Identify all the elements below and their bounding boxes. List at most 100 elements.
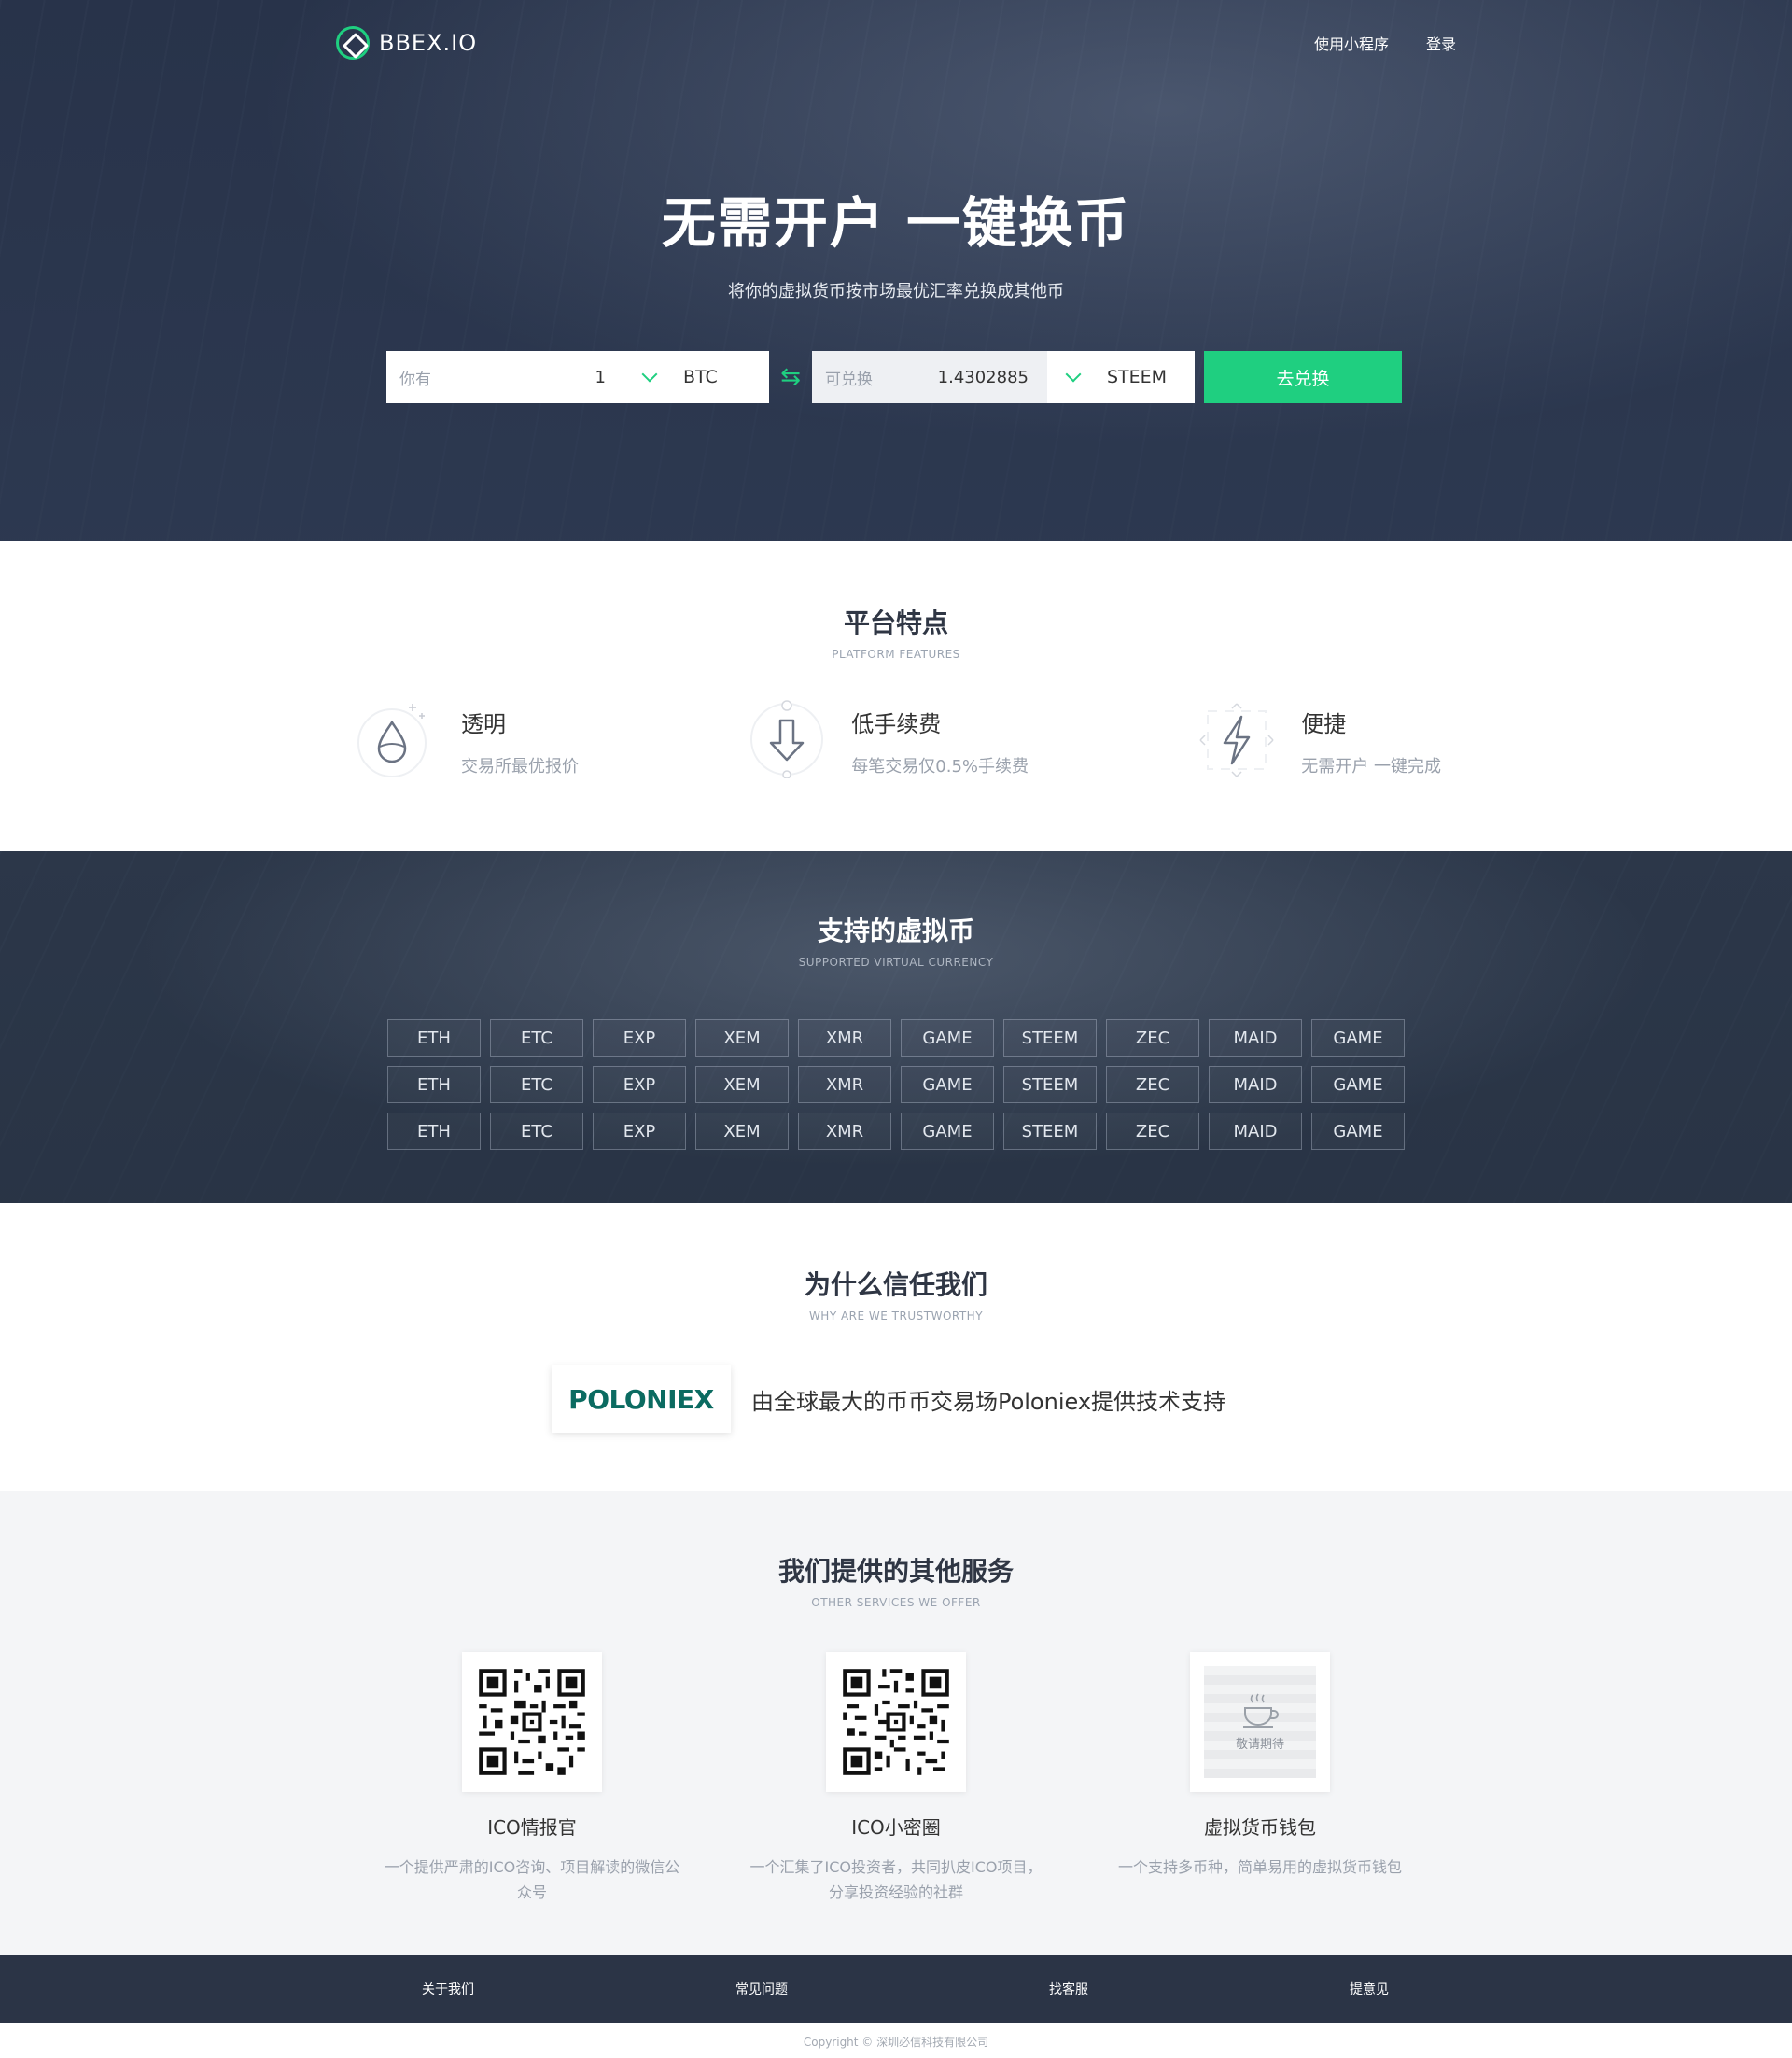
coin-tag[interactable]: XEM — [695, 1113, 789, 1150]
coin-tag[interactable]: GAME — [1311, 1066, 1405, 1103]
coin-tag[interactable]: XMR — [798, 1019, 891, 1057]
trust-section: 为什么信任我们 WHY ARE WE TRUSTWORTHY POLONIEX … — [0, 1203, 1792, 1491]
footer-feedback-link[interactable]: 提意见 — [1350, 1980, 1389, 1998]
features-subtitle: PLATFORM FEATURES — [832, 648, 960, 661]
coin-tag[interactable]: ETH — [387, 1066, 481, 1103]
feature-transparent: 透明 交易所最优报价 — [355, 694, 579, 778]
service-name: ICO情报官 — [487, 1816, 577, 1839]
feature-name: 低手续费 — [851, 711, 942, 737]
coin-tag[interactable]: ZEC — [1106, 1019, 1199, 1057]
qr-code-icon — [462, 1652, 602, 1792]
coin-tag[interactable]: MAID — [1209, 1113, 1302, 1150]
service-name: 虚拟货币钱包 — [1204, 1816, 1316, 1839]
coin-tag[interactable]: EXP — [593, 1019, 686, 1057]
get-coin-value: STEEM — [1107, 367, 1168, 387]
service-desc: 一个提供严肃的ICO咨询、项目解读的微信公众号 — [384, 1858, 680, 1901]
chevron-down-icon — [1065, 366, 1082, 383]
hero-title: 无需开户 一键换币 — [661, 191, 1131, 255]
service-desc: 一个支持多币种，简单易用的虚拟货币钱包 — [1117, 1858, 1402, 1876]
service-ico-circle: ICO小密圈 一个汇集了ICO投资者，共同扒皮ICO项目，分享投资经验的社群 — [737, 1652, 1055, 1905]
coin-tag[interactable]: STEEM — [1003, 1066, 1097, 1103]
chevron-down-icon — [641, 366, 658, 383]
feature-desc: 交易所最优报价 — [461, 757, 579, 777]
services-subtitle: OTHER SERVICES WE OFFER — [811, 1596, 981, 1609]
trust-subtitle: WHY ARE WE TRUSTWORTHY — [808, 1309, 984, 1323]
coin-tag[interactable]: STEEM — [1003, 1019, 1097, 1057]
coming-soon-text: 敬请期待 — [1235, 1737, 1284, 1752]
coin-tag[interactable]: ZEC — [1106, 1113, 1199, 1150]
copyright: Copyright © 深圳必信科技有限公司 — [0, 2023, 1792, 2058]
features-section: 平台特点 PLATFORM FEATURES 透明 交易所最优报价 低手续费 每… — [0, 541, 1792, 851]
coin-tag[interactable]: GAME — [901, 1019, 994, 1057]
feature-name: 透明 — [461, 711, 506, 737]
get-label: 可兑换 — [825, 370, 873, 389]
coin-tag[interactable]: ZEC — [1106, 1066, 1199, 1103]
get-coin-select[interactable]: STEEM — [1047, 366, 1193, 387]
coin-tag[interactable]: GAME — [1311, 1113, 1405, 1150]
coin-tag[interactable]: MAID — [1209, 1066, 1302, 1103]
hero-section: BBEX.IO 使用小程序 登录 无需开户 一键换币 将你的虚拟货币按市场最优汇… — [0, 0, 1792, 541]
exchange-form: 你有 1 BTC ⇆ 可兑换 1.4302885 STEEM 去兑换 — [386, 351, 1406, 403]
coin-tag[interactable]: ETC — [490, 1019, 583, 1057]
nav-mini-program-link[interactable]: 使用小程序 — [1314, 32, 1389, 54]
lightning-icon — [1199, 703, 1274, 777]
coin-tag[interactable]: EXP — [593, 1113, 686, 1150]
coin-tag[interactable]: XEM — [695, 1066, 789, 1103]
coins-subtitle: SUPPORTED VIRTUAL CURRENCY — [798, 956, 994, 969]
service-name: ICO小密圈 — [851, 1816, 941, 1839]
have-coin-select[interactable]: BTC — [623, 366, 769, 387]
service-ico-intel: ICO情报官 一个提供严肃的ICO咨询、项目解读的微信公众号 — [373, 1652, 691, 1905]
service-wallet: 敬请期待 虚拟货币钱包 一个支持多币种，简单易用的虚拟货币钱包 — [1101, 1652, 1419, 1905]
brand-logo[interactable]: BBEX.IO — [336, 26, 477, 60]
feature-desc: 无需开户 一键完成 — [1301, 757, 1441, 777]
coin-tag[interactable]: XMR — [798, 1113, 891, 1150]
coin-tag[interactable]: GAME — [901, 1066, 994, 1103]
arrow-down-icon — [750, 700, 824, 778]
coin-tag[interactable]: ETH — [387, 1019, 481, 1057]
coin-tag[interactable]: XEM — [695, 1019, 789, 1057]
have-label: 你有 — [399, 370, 431, 389]
exchange-button[interactable]: 去兑换 — [1204, 351, 1402, 403]
nav-login-link[interactable]: 登录 — [1426, 32, 1456, 54]
qr-code-icon — [826, 1652, 966, 1792]
coin-tag[interactable]: STEEM — [1003, 1113, 1097, 1150]
hero-subtitle: 将你的虚拟货币按市场最优汇率兑换成其他币 — [728, 282, 1064, 301]
wallet-placeholder: 敬请期待 — [1190, 1652, 1330, 1792]
feature-low-fee: 低手续费 每笔交易仅0.5%手续费 — [745, 694, 1029, 778]
trust-title: 为什么信任我们 — [804, 1269, 987, 1300]
footer-support-link[interactable]: 找客服 — [1049, 1980, 1088, 1998]
swap-icon[interactable]: ⇆ — [769, 363, 812, 391]
get-input-group: 可兑换 1.4302885 STEEM — [812, 351, 1195, 403]
services-section: 我们提供的其他服务 OTHER SERVICES WE OFFER ICO情报官… — [0, 1491, 1792, 1955]
feature-name: 便捷 — [1301, 711, 1347, 737]
have-input-group: 你有 1 BTC — [386, 351, 769, 403]
supported-coins-section: 支持的虚拟币 SUPPORTED VIRTUAL CURRENCY ETH ET… — [0, 851, 1792, 1203]
coming-soon-placeholder: 敬请期待 — [1204, 1666, 1316, 1778]
coin-tag[interactable]: ETC — [490, 1066, 583, 1103]
have-amount-input[interactable]: 1 — [470, 368, 623, 387]
footer: 关于我们 常见问题 找客服 提意见 — [0, 1955, 1792, 2023]
top-nav: BBEX.IO 使用小程序 登录 — [336, 0, 1456, 86]
coin-tag[interactable]: ETC — [490, 1113, 583, 1150]
coffee-cup-icon — [1243, 1693, 1279, 1728]
feature-convenient: 便捷 无需开户 一键完成 — [1195, 694, 1441, 778]
coin-tag[interactable]: XMR — [798, 1066, 891, 1103]
coins-title: 支持的虚拟币 — [817, 916, 974, 946]
features-title: 平台特点 — [843, 608, 948, 638]
coin-tag[interactable]: MAID — [1209, 1019, 1302, 1057]
coin-tag[interactable]: ETH — [387, 1113, 481, 1150]
coin-tag[interactable]: GAME — [901, 1113, 994, 1150]
services-title: 我们提供的其他服务 — [777, 1556, 1014, 1587]
get-amount-value: 1.4302885 — [937, 367, 1029, 387]
trust-text: 由全球最大的币币交易场Poloniex提供技术支持 — [750, 1388, 1226, 1415]
poloniex-logo[interactable]: POLONIEX — [551, 1365, 731, 1433]
footer-about-link[interactable]: 关于我们 — [422, 1980, 474, 1998]
coin-grid: ETH ETC EXP XEM XMR GAME STEEM ZEC MAID … — [387, 1019, 1405, 1150]
coin-tag[interactable]: GAME — [1311, 1019, 1405, 1057]
feature-desc: 每笔交易仅0.5%手续费 — [851, 757, 1029, 777]
brand-name: BBEX.IO — [379, 30, 478, 56]
footer-faq-link[interactable]: 常见问题 — [735, 1980, 788, 1998]
service-desc: 一个汇集了ICO投资者，共同扒皮ICO项目，分享投资经验的社群 — [749, 1858, 1043, 1901]
coin-tag[interactable]: EXP — [593, 1066, 686, 1103]
drop-icon — [357, 704, 427, 777]
